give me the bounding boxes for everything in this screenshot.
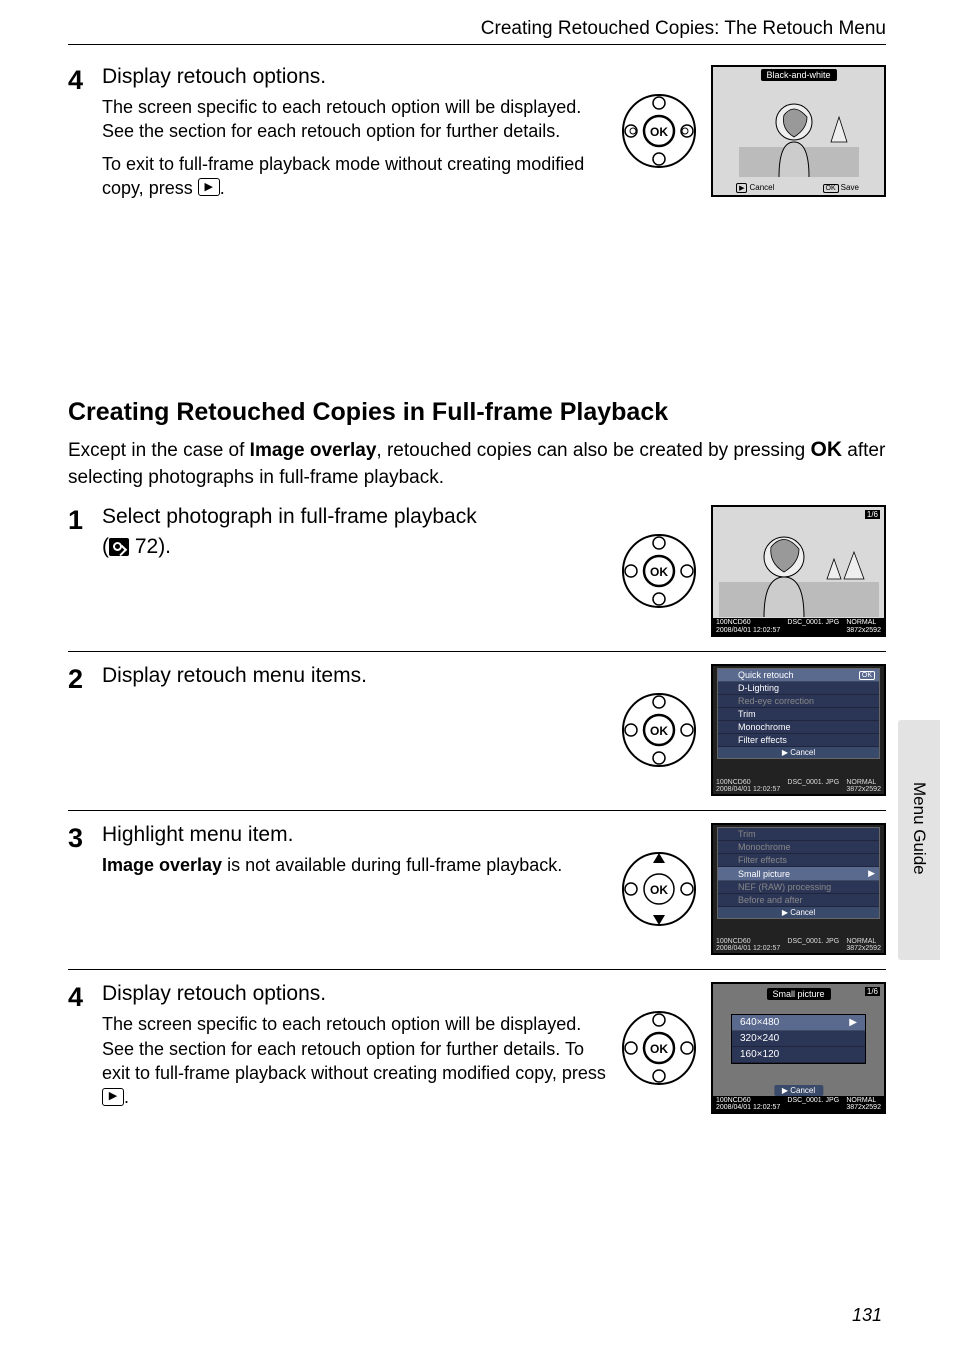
separator bbox=[68, 651, 886, 652]
svg-text:OK: OK bbox=[650, 724, 668, 738]
svg-text:OK: OK bbox=[650, 125, 668, 139]
menu-item: Filter effects bbox=[718, 734, 879, 747]
dpad-ok-illustration: OK bbox=[619, 531, 699, 611]
step-number: 4 bbox=[68, 982, 102, 1011]
size-option: 320×240 bbox=[732, 1031, 865, 1047]
menu-item: D-Lighting bbox=[718, 682, 879, 695]
dpad-ok-illustration: OK bbox=[619, 1008, 699, 1088]
counter: 1/6 bbox=[865, 987, 880, 996]
step-title: Display retouch options. bbox=[102, 982, 609, 1006]
step-3: 3 Highlight menu item. Image overlay is … bbox=[68, 823, 886, 955]
side-tab-label: Menu Guide bbox=[909, 782, 929, 875]
dpad-ok-illustration: OK bbox=[619, 91, 699, 171]
menu-item: NEF (RAW) processing bbox=[718, 881, 879, 894]
text-fragment: To exit to full-frame playback mode with… bbox=[102, 154, 584, 198]
separator bbox=[68, 969, 886, 970]
screen-mode-label: Black-and-white bbox=[760, 69, 836, 81]
step-title: Display retouch options. bbox=[102, 65, 609, 89]
step-title: Display retouch menu items. bbox=[102, 664, 609, 688]
step-description-2: To exit to full-frame playback mode with… bbox=[102, 152, 609, 201]
dpad-ok-illustration: OK bbox=[619, 690, 699, 770]
size-option: 640×480▶ bbox=[732, 1015, 865, 1031]
step-ref: ( 72). bbox=[102, 535, 609, 559]
playback-icon bbox=[198, 178, 220, 196]
step-description: The screen specific to each retouch opti… bbox=[102, 95, 609, 144]
step-description: The screen specific to each retouch opti… bbox=[102, 1012, 609, 1109]
text-fragment: 72). bbox=[129, 535, 171, 558]
text-fragment: . bbox=[124, 1087, 129, 1107]
text-fragment: The screen specific to each retouch opti… bbox=[102, 1014, 606, 1083]
camera-screen-sizes: 1/6 Small picture 640×480▶320×240160×120… bbox=[711, 982, 886, 1114]
emphasis: Image overlay bbox=[250, 440, 377, 461]
cancel-bar: ▶ Cancel bbox=[774, 1085, 823, 1096]
camera-screen-bw: Black-and-white ▶Cancel OKSave bbox=[711, 65, 886, 197]
reference-icon bbox=[109, 538, 129, 556]
step-4-top: 4 Display retouch options. The screen sp… bbox=[68, 65, 886, 208]
step-number: 1 bbox=[68, 505, 102, 534]
step-number: 4 bbox=[68, 65, 102, 94]
menu-item: Red-eye correction bbox=[718, 695, 879, 708]
svg-text:OK: OK bbox=[650, 883, 668, 897]
step-2: 2 Display retouch menu items. OK Quick r… bbox=[68, 664, 886, 796]
screen-mode-label: Small picture bbox=[766, 988, 830, 1000]
text-fragment: is not available during full-frame playb… bbox=[222, 855, 562, 875]
text-fragment: ( bbox=[102, 535, 109, 558]
svg-text:OK: OK bbox=[650, 1042, 668, 1056]
menu-item: Trim bbox=[718, 828, 879, 841]
counter: 1/6 bbox=[865, 510, 880, 519]
menu-item: Monochrome bbox=[718, 721, 879, 734]
page-header: Creating Retouched Copies: The Retouch M… bbox=[68, 18, 886, 45]
camera-screen-menu: Quick retouchOKD-LightingRed-eye correct… bbox=[711, 664, 886, 796]
step-number: 2 bbox=[68, 664, 102, 693]
emphasis: Image overlay bbox=[102, 855, 222, 875]
step-1: 1 Select photograph in full-frame playba… bbox=[68, 505, 886, 637]
camera-screen-playback: 1/6 100NCD602008/04/01 12:02:57 DSC_0001… bbox=[711, 505, 886, 637]
cancel-bar: ▶ Cancel bbox=[718, 747, 879, 758]
step-number: 3 bbox=[68, 823, 102, 852]
svg-text:OK: OK bbox=[650, 565, 668, 579]
side-tab: Menu Guide bbox=[898, 720, 940, 960]
size-option: 160×120 bbox=[732, 1047, 865, 1063]
step-description: Image overlay is not available during fu… bbox=[102, 853, 609, 877]
text-fragment: . bbox=[220, 178, 225, 198]
text-fragment: , retouched copies can also be created b… bbox=[376, 440, 810, 461]
section-heading: Creating Retouched Copies in Full-frame … bbox=[68, 398, 886, 427]
menu-item: Monochrome bbox=[718, 841, 879, 854]
menu-item: Filter effects bbox=[718, 854, 879, 867]
menu-item: Small picture▶ bbox=[718, 867, 879, 881]
cancel-bar: ▶ Cancel bbox=[718, 907, 879, 918]
screen-cancel: ▶Cancel bbox=[734, 183, 778, 193]
step-4-bottom: 4 Display retouch options. The screen sp… bbox=[68, 982, 886, 1117]
menu-item: Trim bbox=[718, 708, 879, 721]
text-fragment: Except in the case of bbox=[68, 440, 250, 461]
menu-item: Quick retouchOK bbox=[718, 669, 879, 682]
step-title: Highlight menu item. bbox=[102, 823, 609, 847]
playback-icon bbox=[102, 1088, 124, 1106]
section-paragraph: Except in the case of Image overlay, ret… bbox=[68, 435, 886, 491]
page-number: 131 bbox=[852, 1305, 882, 1326]
dpad-arrows-illustration: OK bbox=[619, 849, 699, 929]
menu-item: Before and after bbox=[718, 894, 879, 907]
separator bbox=[68, 810, 886, 811]
screen-save: OKSave bbox=[821, 183, 863, 193]
camera-screen-menu-2: TrimMonochromeFilter effectsSmall pictur… bbox=[711, 823, 886, 955]
step-title: Select photograph in full-frame playback bbox=[102, 505, 609, 529]
ok-label: OK bbox=[811, 438, 843, 461]
